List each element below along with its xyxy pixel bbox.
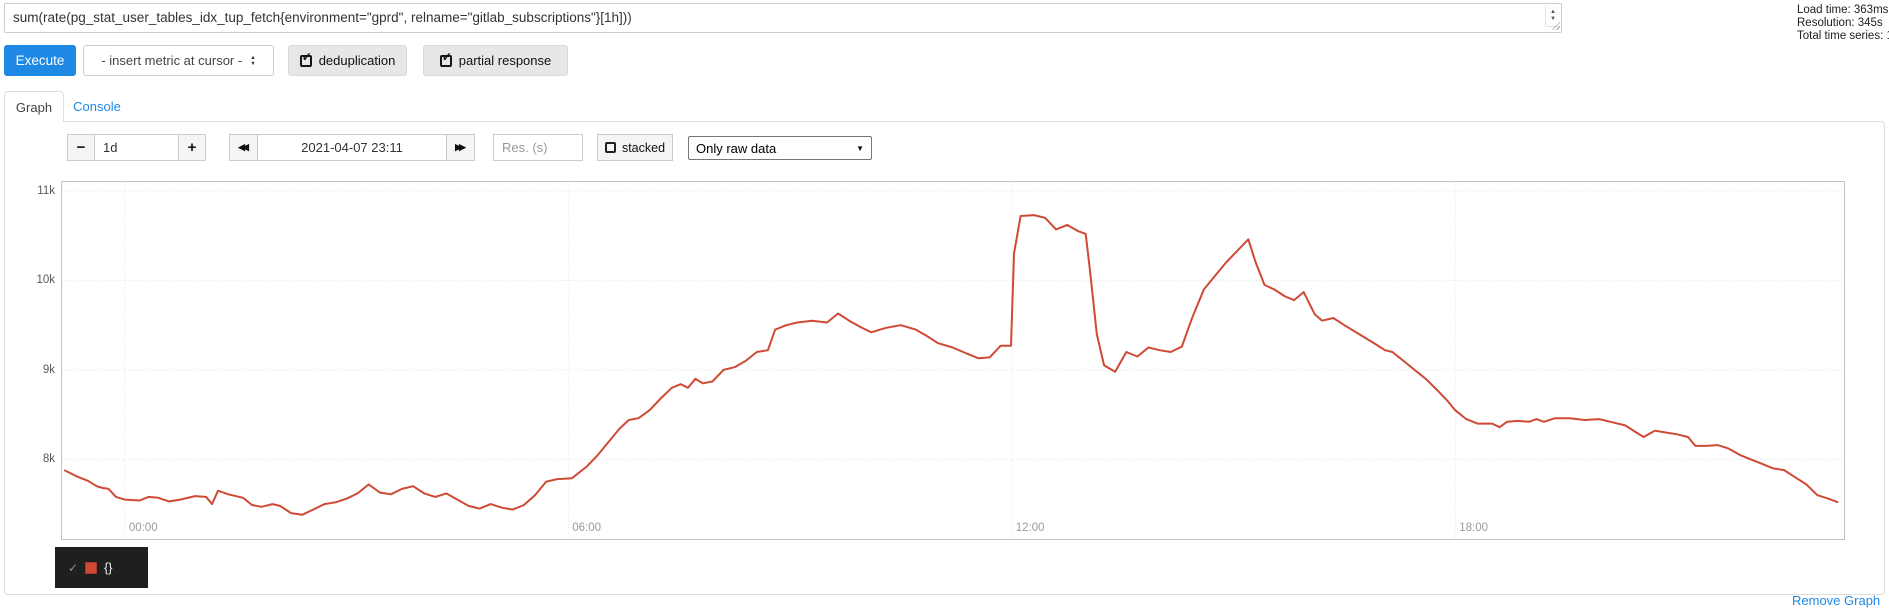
range-increase-button[interactable]: + bbox=[178, 134, 206, 161]
insert-metric-label: - insert metric at cursor - bbox=[101, 53, 243, 68]
x-tick-label: 06:00 bbox=[572, 522, 602, 534]
chart-canvas bbox=[62, 182, 1844, 539]
deduplication-label: deduplication bbox=[318, 53, 396, 68]
unchecked-checkbox-icon bbox=[604, 142, 616, 153]
checked-checkbox-icon: ✓ bbox=[439, 51, 452, 67]
series-color-swatch bbox=[85, 561, 98, 574]
check-icon: ✓ bbox=[441, 49, 452, 64]
range-decrease-button[interactable]: − bbox=[67, 134, 95, 161]
insert-metric-dropdown[interactable]: - insert metric at cursor - ▲ ▼ bbox=[83, 45, 274, 76]
partial-response-label: partial response bbox=[458, 53, 552, 68]
raw-data-select-value: Only raw data bbox=[696, 140, 777, 156]
fast-forward-icon: ▶▶ bbox=[455, 142, 466, 152]
chart-plot-area[interactable]: 8k 9k 10k 11k 00:00 06:00 12:00 18:00 bbox=[36, 181, 1845, 540]
legend-item[interactable]: ✓ {} bbox=[55, 547, 148, 588]
deduplication-toggle[interactable]: ✓ deduplication bbox=[288, 45, 407, 76]
range-input[interactable] bbox=[94, 134, 179, 161]
stacked-toggle[interactable]: stacked bbox=[597, 134, 673, 161]
legend-check-icon: ✓ bbox=[68, 560, 79, 575]
spinner-down-icon[interactable]: ▼ bbox=[1550, 16, 1556, 23]
checked-checkbox-icon: ✓ bbox=[299, 51, 312, 67]
load-time: Load time: 363ms bbox=[1797, 4, 1889, 16]
x-tick-label: 12:00 bbox=[1015, 522, 1045, 534]
total-time-series: Total time series: 1 bbox=[1797, 30, 1889, 42]
y-tick-label: 8k bbox=[42, 453, 55, 466]
tab-console[interactable]: Console bbox=[64, 91, 130, 122]
y-tick-label: 11k bbox=[37, 184, 55, 197]
tab-graph[interactable]: Graph bbox=[4, 91, 64, 122]
resolution-input[interactable] bbox=[493, 134, 583, 161]
arrow-down-icon: ▼ bbox=[250, 60, 256, 67]
time-back-button[interactable]: ◀◀ bbox=[229, 134, 258, 161]
y-tick-label: 10k bbox=[36, 274, 55, 287]
query-input[interactable]: sum(rate(pg_stat_user_tables_idx_tup_fet… bbox=[4, 3, 1562, 33]
resolution: Resolution: 345s bbox=[1797, 17, 1883, 29]
series-label: {} bbox=[104, 560, 113, 575]
time-forward-button[interactable]: ▶▶ bbox=[446, 134, 475, 161]
chevron-down-icon: ▼ bbox=[856, 143, 864, 153]
rewind-icon: ◀◀ bbox=[238, 142, 249, 152]
stacked-label: stacked bbox=[621, 140, 666, 155]
x-tick-label: 00:00 bbox=[128, 522, 158, 534]
x-tick-label: 18:00 bbox=[1459, 522, 1488, 534]
spinner-up-icon[interactable]: ▲ bbox=[1550, 9, 1556, 16]
y-tick-label: 9k bbox=[42, 363, 55, 376]
execute-button[interactable]: Execute bbox=[4, 45, 76, 76]
query-bar: sum(rate(pg_stat_user_tables_idx_tup_fet… bbox=[4, 3, 1562, 33]
series-line bbox=[63, 214, 1839, 516]
query-stats: Load time: 363ms Resolution: 345s Total … bbox=[1797, 4, 1889, 43]
raw-data-select[interactable]: Only raw data ▼ bbox=[688, 136, 872, 160]
datetime-input[interactable] bbox=[257, 134, 447, 161]
updown-arrows-icon: ▲ ▼ bbox=[250, 55, 255, 67]
check-icon: ✓ bbox=[301, 49, 312, 64]
partial-response-toggle[interactable]: ✓ partial response bbox=[423, 45, 568, 76]
